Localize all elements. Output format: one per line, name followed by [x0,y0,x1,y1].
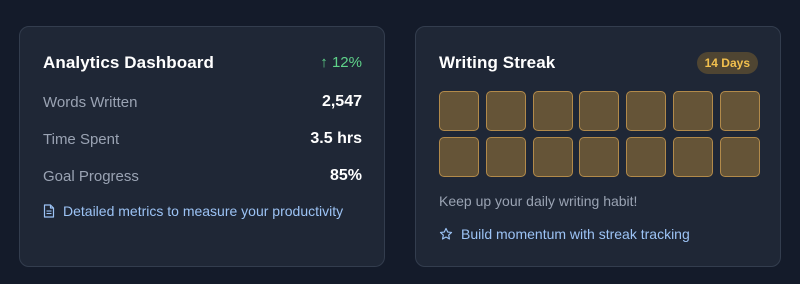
metric-row-words: Words Written 2,547 [43,91,362,113]
streak-day [626,137,667,177]
streak-day [532,137,573,177]
streak-link-text: Build momentum with streak tracking [461,226,690,242]
streak-day [719,137,760,177]
streak-day [626,91,667,131]
streak-card: Writing Streak 14 Days Keep up your dail… [415,26,781,267]
streak-title: Writing Streak [439,53,556,72]
analytics-title: Analytics Dashboard [43,53,215,72]
streak-day [579,137,620,177]
streak-day [439,137,479,177]
streak-day [579,91,620,131]
streak-day [719,91,760,131]
metric-value: 3.5 hrs [310,130,362,147]
document-icon [43,204,55,218]
streak-badge: 14 Days [696,52,758,74]
streak-grid [439,91,760,177]
trend-indicator: ↑ 12% [320,54,362,71]
metrics-link-text: Detailed metrics to measure your product… [63,203,344,219]
streak-link[interactable]: Build momentum with streak tracking [439,226,690,242]
metrics-link[interactable]: Detailed metrics to measure your product… [43,203,343,219]
metric-row-goal: Goal Progress 85% [43,165,362,187]
star-icon [439,227,453,241]
metric-label: Goal Progress [43,167,139,185]
metric-label: Time Spent [43,130,120,148]
streak-day [532,91,573,131]
metric-row-time: Time Spent 3.5 hrs [43,128,362,150]
streak-day [485,137,526,177]
streak-day [485,91,526,131]
metric-label: Words Written [43,93,138,111]
streak-day [672,91,713,131]
streak-day [672,137,713,177]
analytics-card: Analytics Dashboard ↑ 12% Words Written … [19,26,385,267]
streak-note: Keep up your daily writing habit! [439,193,638,209]
metric-value: 2,547 [321,93,362,110]
streak-day [439,91,479,131]
metric-value: 85% [329,167,362,184]
